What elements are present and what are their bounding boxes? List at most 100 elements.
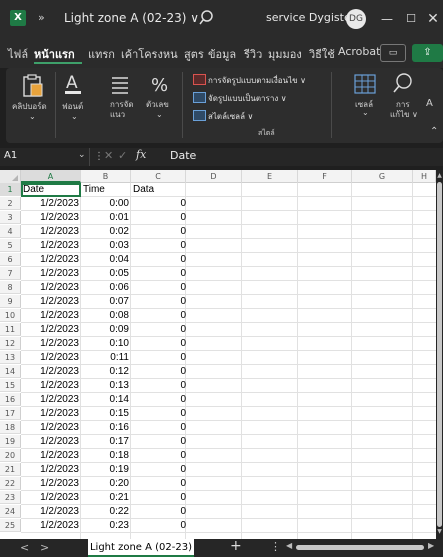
cancel-icon[interactable]: ✕ xyxy=(104,149,113,162)
cell-a9[interactable]: 1/2/2023 xyxy=(23,295,79,308)
cell-a24[interactable]: 1/2/2023 xyxy=(23,505,79,518)
row-header[interactable]: 23 xyxy=(0,491,21,504)
cell-a7[interactable]: 1/2/2023 xyxy=(23,267,79,280)
row-header[interactable]: 14 xyxy=(0,365,21,378)
cell-b19[interactable]: 0:17 xyxy=(83,435,129,448)
tab-review[interactable]: รีวิว xyxy=(244,45,262,63)
row-header[interactable]: 4 xyxy=(0,225,21,238)
row-header[interactable]: 8 xyxy=(0,281,21,294)
row-header[interactable]: 19 xyxy=(0,435,21,448)
cell-b9[interactable]: 0:07 xyxy=(83,295,129,308)
cell-a3[interactable]: 1/2/2023 xyxy=(23,211,79,224)
cell-a21[interactable]: 1/2/2023 xyxy=(23,463,79,476)
row-header[interactable]: 20 xyxy=(0,449,21,462)
cell-c18[interactable]: 0 xyxy=(133,421,186,434)
cell-b4[interactable]: 0:02 xyxy=(83,225,129,238)
row-header[interactable]: 18 xyxy=(0,421,21,434)
cell-a5[interactable]: 1/2/2023 xyxy=(23,239,79,252)
cell-c15[interactable]: 0 xyxy=(133,379,186,392)
cell-a6[interactable]: 1/2/2023 xyxy=(23,253,79,266)
select-all-corner[interactable] xyxy=(0,170,21,183)
cell-b17[interactable]: 0:15 xyxy=(83,407,129,420)
minimize-button[interactable]: — xyxy=(376,8,398,30)
scroll-right-icon[interactable]: ▶ xyxy=(428,541,434,550)
scroll-down-icon[interactable]: ▼ xyxy=(436,528,443,536)
sheet-tab-active[interactable]: Light zone A (02-23) xyxy=(88,539,194,557)
cell-b8[interactable]: 0:06 xyxy=(83,281,129,294)
row-header[interactable]: 21 xyxy=(0,463,21,476)
tab-home[interactable]: หน้าแรก xyxy=(34,45,75,63)
tab-help[interactable]: วิธีใช้ xyxy=(309,45,335,63)
tab-formulas[interactable]: สูตร xyxy=(184,45,204,63)
row-header[interactable]: 12 xyxy=(0,337,21,350)
cell-b1[interactable]: Time xyxy=(83,183,129,196)
tab-page-layout[interactable]: เค้าโครงหน xyxy=(121,45,178,63)
row-header[interactable]: 9 xyxy=(0,295,21,308)
more-ribbon-letter[interactable]: A xyxy=(426,98,433,109)
column-header-a[interactable]: A xyxy=(21,170,81,183)
vertical-scroll-thumb[interactable] xyxy=(437,182,442,527)
row-header[interactable]: 15 xyxy=(0,379,21,392)
column-header-f[interactable]: F xyxy=(298,170,352,183)
add-sheet-button[interactable]: + xyxy=(230,538,242,554)
cell-c6[interactable]: 0 xyxy=(133,253,186,266)
row-header[interactable]: 5 xyxy=(0,239,21,252)
cell-b25[interactable]: 0:23 xyxy=(83,519,129,532)
cell-c7[interactable]: 0 xyxy=(133,267,186,280)
row-header[interactable]: 3 xyxy=(0,211,21,224)
cell-b7[interactable]: 0:05 xyxy=(83,267,129,280)
cell-c25[interactable]: 0 xyxy=(133,519,186,532)
cell-a18[interactable]: 1/2/2023 xyxy=(23,421,79,434)
cell-a10[interactable]: 1/2/2023 xyxy=(23,309,79,322)
alignment-label-2[interactable]: แนว xyxy=(110,108,125,121)
cell-b14[interactable]: 0:12 xyxy=(83,365,129,378)
alignment-icon[interactable] xyxy=(110,76,130,94)
cell-b5[interactable]: 0:03 xyxy=(83,239,129,252)
conditional-format-button[interactable]: การจัดรูปแบบตามเงื่อนไข ∨ xyxy=(208,74,306,87)
sheet-options-icon[interactable]: ⋮ xyxy=(270,540,281,553)
cell-b18[interactable]: 0:16 xyxy=(83,421,129,434)
tab-file[interactable]: ไฟล์ xyxy=(8,45,28,63)
row-header[interactable]: 25 xyxy=(0,519,21,532)
cell-c13[interactable]: 0 xyxy=(133,351,186,364)
name-box[interactable]: A1 xyxy=(0,148,90,166)
cell-b16[interactable]: 0:14 xyxy=(83,393,129,406)
comments-button[interactable]: ▭ xyxy=(380,44,406,62)
ribbon-collapse-icon[interactable]: ⌃ xyxy=(430,126,438,137)
cell-a8[interactable]: 1/2/2023 xyxy=(23,281,79,294)
column-header-g[interactable]: G xyxy=(352,170,413,183)
font-color-icon[interactable]: A xyxy=(63,72,83,96)
maximize-button[interactable]: ☐ xyxy=(400,8,422,30)
close-button[interactable]: ✕ xyxy=(422,8,443,30)
next-sheet-button[interactable]: > xyxy=(40,541,49,554)
cell-b10[interactable]: 0:08 xyxy=(83,309,129,322)
chevron-down-icon[interactable]: ⌄ xyxy=(156,110,163,119)
enter-check-icon[interactable]: ✓ xyxy=(118,149,127,162)
excel-app-icon[interactable]: X xyxy=(10,10,26,26)
cell-b12[interactable]: 0:10 xyxy=(83,337,129,350)
cell-b23[interactable]: 0:21 xyxy=(83,491,129,504)
cell-a25[interactable]: 1/2/2023 xyxy=(23,519,79,532)
document-title[interactable]: Light zone A (02-23) ∨ xyxy=(64,11,199,25)
percent-icon[interactable]: % xyxy=(150,74,168,96)
formula-input[interactable]: Date xyxy=(170,149,196,162)
column-header-b[interactable]: B xyxy=(81,170,131,183)
cell-a14[interactable]: 1/2/2023 xyxy=(23,365,79,378)
cell-c22[interactable]: 0 xyxy=(133,477,186,490)
share-button[interactable]: ⇪ xyxy=(412,44,443,62)
row-header[interactable]: 7 xyxy=(0,267,21,280)
cell-c21[interactable]: 0 xyxy=(133,463,186,476)
cell-c1[interactable]: Data xyxy=(133,183,186,196)
scroll-up-icon[interactable]: ▲ xyxy=(436,172,443,180)
insert-function-icon[interactable]: fx xyxy=(136,148,146,161)
cell-c10[interactable]: 0 xyxy=(133,309,186,322)
find-search-icon[interactable] xyxy=(392,72,414,94)
cell-c17[interactable]: 0 xyxy=(133,407,186,420)
horizontal-scroll-thumb[interactable] xyxy=(296,545,424,550)
editing-label-2[interactable]: แก้ไข ∨ xyxy=(390,108,418,121)
cell-c9[interactable]: 0 xyxy=(133,295,186,308)
cell-a13[interactable]: 1/2/2023 xyxy=(23,351,79,364)
cell-c5[interactable]: 0 xyxy=(133,239,186,252)
quick-access-more-icon[interactable]: » xyxy=(38,11,45,24)
chevron-down-icon[interactable]: ⌄ xyxy=(71,112,78,121)
